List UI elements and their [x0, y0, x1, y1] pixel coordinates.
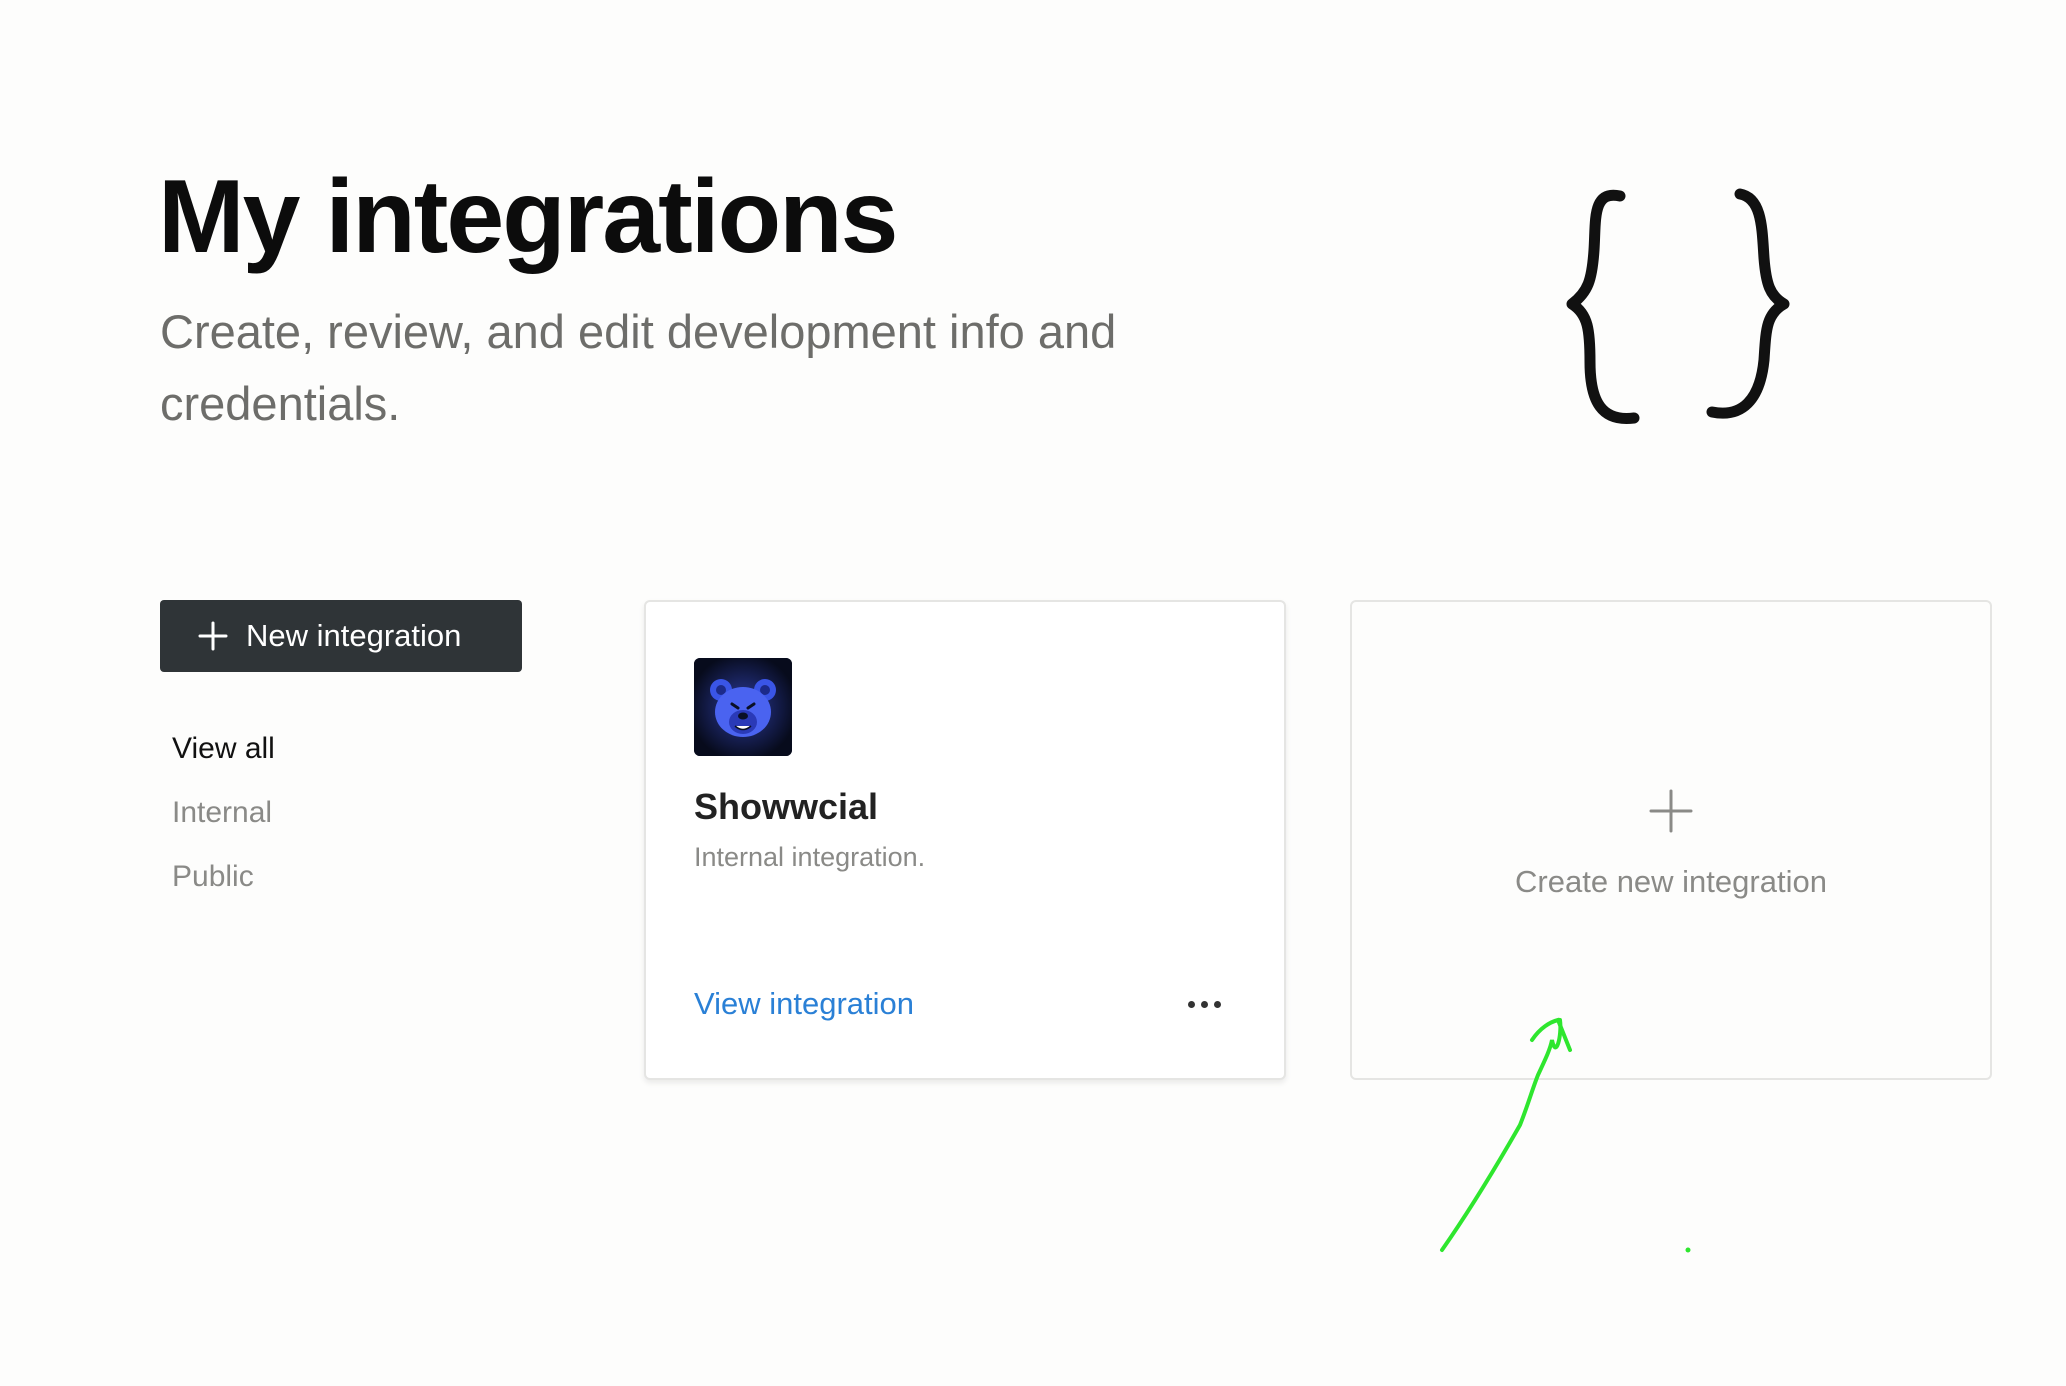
- integration-name: Showwcial: [694, 786, 879, 827]
- more-dot: [1213, 1000, 1221, 1008]
- integration-filter-nav: View all Internal Public: [172, 728, 275, 920]
- integration-description: Internal integration.: [694, 842, 926, 872]
- bear-avatar-icon: [694, 658, 792, 756]
- create-integration-card[interactable]: Create new integration: [1350, 600, 1992, 1080]
- new-integration-label: New integration: [246, 618, 462, 653]
- curly-braces-icon: [1566, 188, 1790, 424]
- page-subtitle: Create, review, and edit development inf…: [160, 305, 1117, 430]
- filter-internal[interactable]: Internal: [172, 792, 275, 856]
- more-dot: [1187, 1000, 1195, 1008]
- plus-icon: [198, 621, 228, 651]
- more-horizontal-icon[interactable]: [1176, 982, 1232, 1026]
- plus-icon: [1649, 789, 1693, 833]
- filter-public[interactable]: Public: [172, 856, 275, 920]
- more-dot: [1200, 1000, 1208, 1008]
- integration-card: Showwcial Internal integration. View int…: [644, 600, 1286, 1080]
- view-integration-link[interactable]: View integration: [694, 986, 914, 1022]
- create-integration-label: Create new integration: [1515, 864, 1827, 899]
- new-integration-button[interactable]: New integration: [160, 600, 522, 672]
- filter-view-all[interactable]: View all: [172, 728, 275, 792]
- page-title: My integrations: [158, 159, 899, 275]
